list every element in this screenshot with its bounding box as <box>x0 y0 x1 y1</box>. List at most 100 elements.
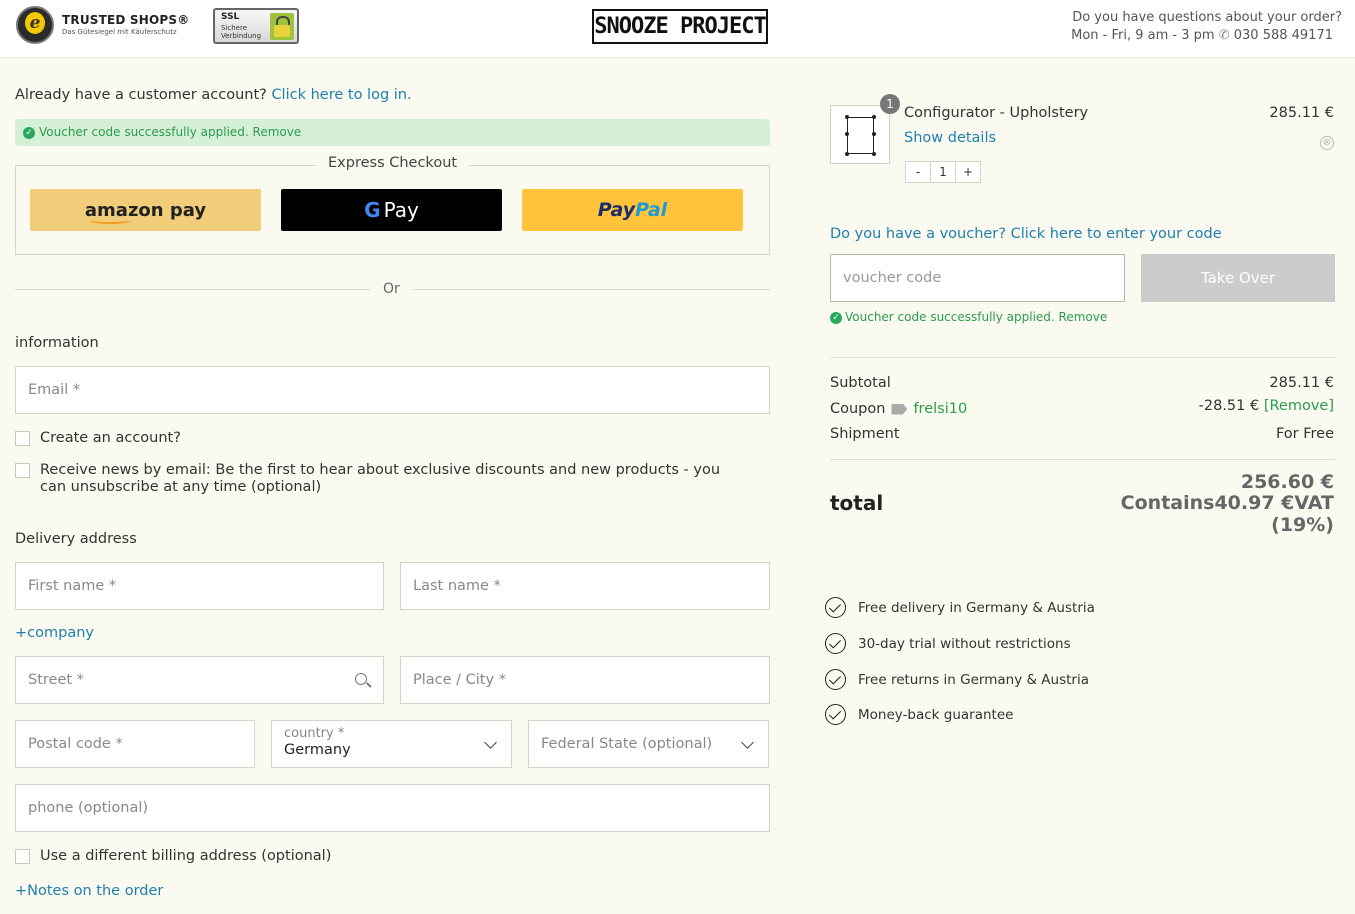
first-name-field[interactable]: First name * <box>15 562 384 610</box>
paypal-label-pay: Pay <box>597 199 636 221</box>
street-placeholder: Street <box>28 672 73 688</box>
coupon-value-row: -28.51 € [Remove] <box>1199 398 1334 414</box>
required-mark: * <box>115 736 123 752</box>
voucher-toggle-link[interactable]: Do you have a voucher? Click here to ent… <box>830 226 1222 242</box>
quantity-value[interactable]: 1 <box>930 162 956 182</box>
federal-state-select[interactable]: Federal State (optional) <box>528 720 769 768</box>
order-notes-link[interactable]: +Notes on the order <box>15 883 163 899</box>
delivery-heading: Delivery address <box>15 531 137 547</box>
street-field[interactable]: Street * <box>15 656 384 704</box>
express-checkout-title: Express Checkout <box>316 155 470 171</box>
increase-quantity-button[interactable]: + <box>956 162 980 182</box>
last-name-field[interactable]: Last name * <box>400 562 770 610</box>
vat-info: Contains40.97 €VAT (19%) <box>1121 492 1334 536</box>
country-select[interactable]: country * Germany <box>271 720 512 768</box>
billing-address-checkbox[interactable] <box>15 849 30 864</box>
federal-state-placeholder: Federal State (optional) <box>541 736 713 752</box>
coupon-code: frelsi10 <box>913 401 968 417</box>
help-phone-number[interactable]: 030 588 49171 <box>1234 28 1333 43</box>
ssl-title: SSL <box>221 12 240 22</box>
google-pay-label: Pay <box>383 198 419 222</box>
summary-divider-bottom <box>830 459 1335 460</box>
phone-field[interactable]: phone (optional) <box>15 784 770 832</box>
country-value: Germany <box>284 742 351 758</box>
vat-amount: Contains40.97 €VAT <box>1120 492 1334 514</box>
voucher-success-text[interactable]: Voucher code successfully applied. Remov… <box>39 125 301 139</box>
required-mark: * <box>337 726 345 741</box>
create-account-checkbox[interactable] <box>15 431 30 446</box>
brand-logo[interactable]: SNOOZE PROJECT <box>592 9 768 44</box>
check-circle-icon <box>825 597 846 618</box>
decrease-quantity-button[interactable]: - <box>906 162 930 182</box>
last-name-placeholder: Last name <box>413 578 489 594</box>
ssl-badge: SSL Sichere Verbindung <box>213 8 299 44</box>
voucher-code-input[interactable]: voucher code <box>830 254 1125 302</box>
total-label: total <box>830 491 884 515</box>
check-circle-icon <box>825 704 846 725</box>
newsletter-row: Receive news by email: Be the first to h… <box>15 462 735 496</box>
google-pay-button[interactable]: G Pay <box>281 189 502 231</box>
newsletter-label: Receive news by email: Be the first to h… <box>40 462 721 495</box>
lock-icon <box>270 13 294 40</box>
amazon-pay-button[interactable]: amazon pay <box>30 189 261 231</box>
country-label: country <box>284 726 334 741</box>
upholstery-frame-icon <box>845 115 876 156</box>
voucher-success-text[interactable]: Voucher code successfully applied. Remov… <box>845 310 1107 324</box>
email-field[interactable]: Email * <box>15 366 770 414</box>
paypal-button[interactable]: Pay Pal <box>522 189 743 231</box>
trusted-shops-subtitle: Das Gütesiegel mit Käuferschutz <box>62 28 177 36</box>
voucher-success-message: ✓ Voucher code successfully applied. Rem… <box>830 310 1107 324</box>
newsletter-checkbox[interactable] <box>15 463 30 478</box>
ssl-subtitle: Sichere Verbindung <box>221 24 262 40</box>
postal-code-field[interactable]: Postal code * <box>15 720 255 768</box>
city-placeholder: Place / City <box>413 672 495 688</box>
phone-icon: ✆ <box>1218 28 1230 43</box>
benefit-text: Free returns in Germany & Austria <box>858 671 1089 688</box>
benefit-item: 30-day trial without restrictions <box>825 633 1071 654</box>
required-mark: * <box>498 672 506 688</box>
required-mark: * <box>493 578 501 594</box>
product-thumbnail[interactable] <box>830 105 890 164</box>
paypal-label-pal: Pal <box>635 199 668 221</box>
check-circle-icon: ✓ <box>830 312 842 324</box>
country-label-row: country * <box>284 725 511 742</box>
trusted-shops-logo-icon[interactable]: e <box>16 6 54 44</box>
chevron-down-icon <box>741 736 754 749</box>
show-details-link[interactable]: Show details <box>904 130 996 146</box>
information-heading: information <box>15 335 99 351</box>
check-circle-icon <box>825 633 846 654</box>
coupon-label: Coupon <box>830 401 886 417</box>
required-mark: * <box>108 578 117 594</box>
amazon-pay-label: amazon pay <box>84 199 207 224</box>
billing-address-label: Use a different billing address (optiona… <box>40 848 332 864</box>
coupon-value: -28.51 € <box>1198 398 1260 414</box>
summary-divider-top <box>830 357 1335 358</box>
trusted-shops-title: TRUSTED SHOPS® <box>62 13 190 27</box>
help-question: Do you have questions about your order? <box>1072 10 1342 25</box>
voucher-success-banner: ✓ Voucher code successfully applied. Rem… <box>15 119 770 146</box>
total-value: 256.60 € <box>1240 471 1334 493</box>
account-prompt: Already have a customer account? Click h… <box>15 87 412 103</box>
take-over-button[interactable]: Take Over <box>1141 254 1335 302</box>
login-link[interactable]: Click here to log in. <box>271 87 411 103</box>
coupon-row: Coupon frelsi10 <box>830 401 967 417</box>
benefit-text: 30-day trial without restrictions <box>858 635 1071 652</box>
product-price: 285.11 € <box>1269 105 1334 121</box>
create-account-row: Create an account? <box>15 430 181 446</box>
email-placeholder: Email <box>28 382 69 398</box>
billing-address-row: Use a different billing address (optiona… <box>15 848 331 864</box>
subtotal-value: 285.11 € <box>1269 375 1334 391</box>
add-company-link[interactable]: +company <box>15 625 94 641</box>
benefit-text: Money-back guarantee <box>858 706 1014 723</box>
search-icon[interactable] <box>355 673 367 685</box>
phone-placeholder: phone (optional) <box>28 800 149 816</box>
coupon-remove-link[interactable]: [Remove] <box>1264 398 1334 414</box>
benefit-item: Money-back guarantee <box>825 704 1013 725</box>
benefit-item: Free returns in Germany & Austria <box>825 669 1089 690</box>
quantity-stepper[interactable]: - 1 + <box>905 161 981 183</box>
check-circle-icon: ✓ <box>23 127 35 139</box>
city-field[interactable]: Place / City * <box>400 656 770 704</box>
shipment-value: For Free <box>1275 426 1334 442</box>
required-mark: * <box>72 382 81 398</box>
remove-item-icon[interactable]: ⊗ <box>1320 136 1334 150</box>
